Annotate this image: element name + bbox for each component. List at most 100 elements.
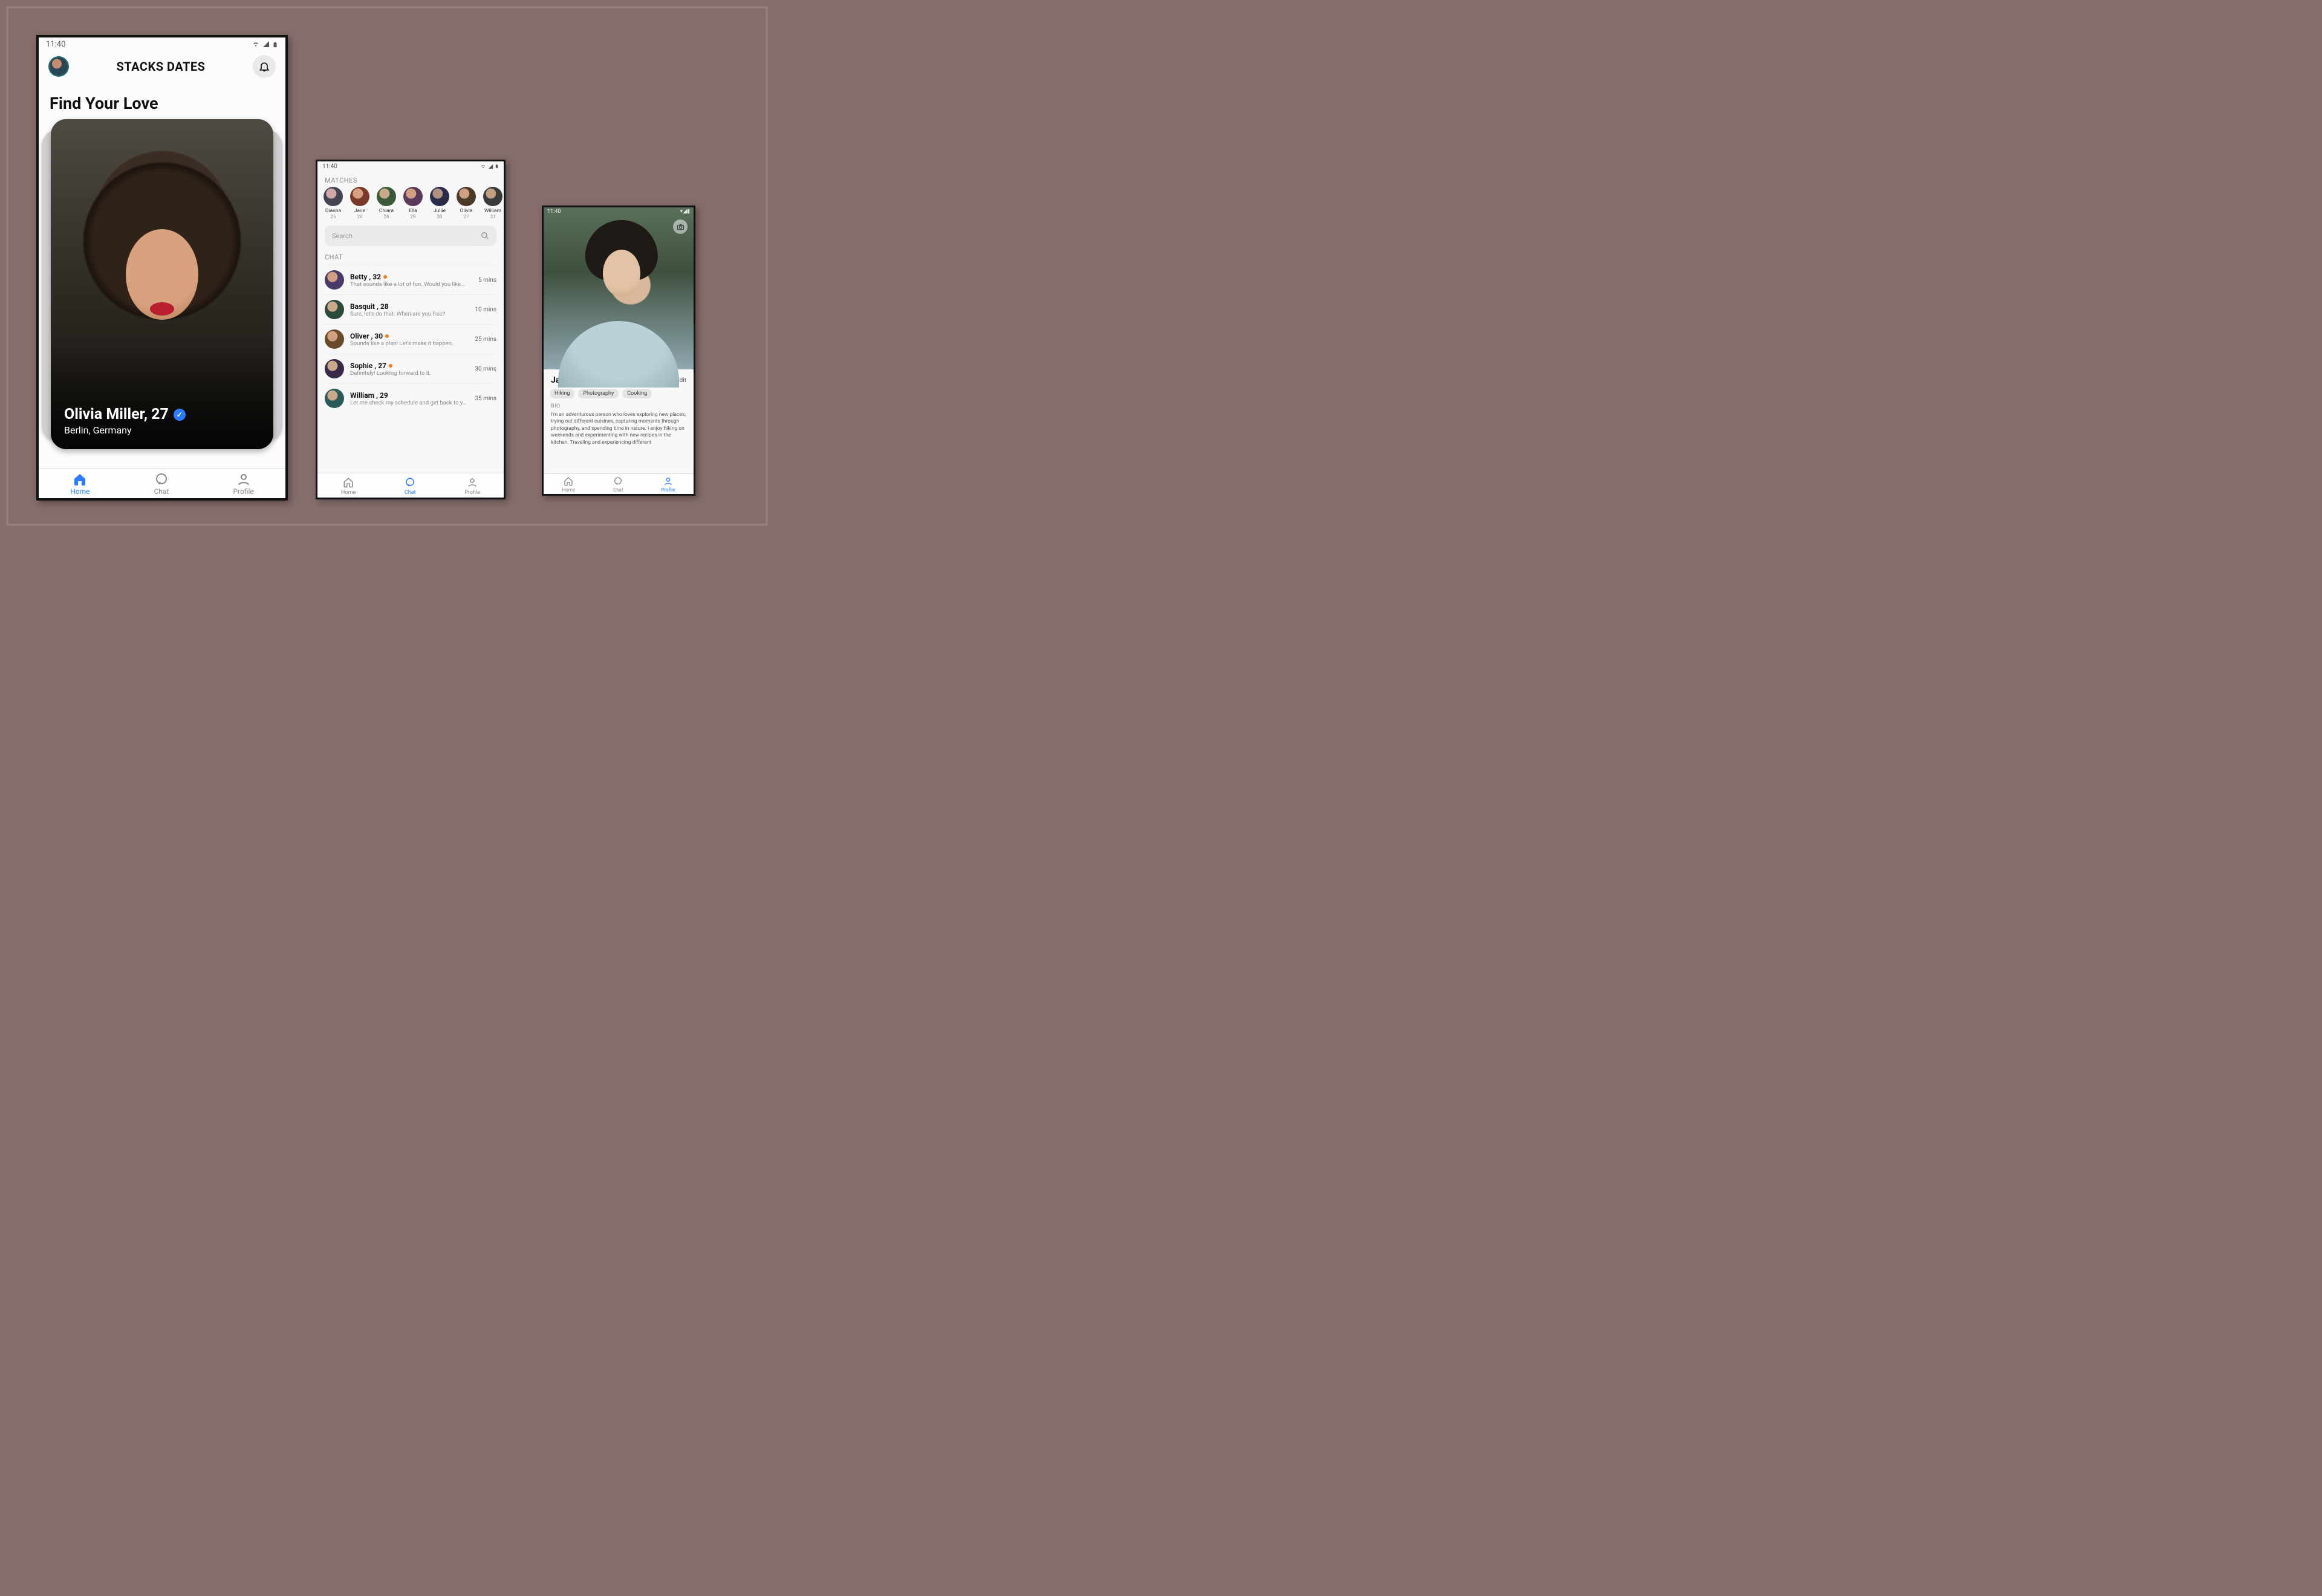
match-name: Chiara bbox=[379, 208, 394, 214]
chat-name: Betty , 32 bbox=[350, 273, 472, 281]
user-avatar[interactable] bbox=[48, 56, 69, 77]
chat-row[interactable]: Betty , 32 That sounds like a lot of fun… bbox=[325, 265, 496, 294]
status-bar: 11:40 ▾◢▮ bbox=[547, 209, 690, 215]
wifi-icon bbox=[252, 41, 260, 48]
card-stack: Olivia Miller, 27 Berlin, Germany bbox=[46, 119, 278, 458]
chat-snippet: Sure, let's do that. When are you free? bbox=[350, 311, 469, 317]
chat-row[interactable]: Basquit , 28Sure, let's do that. When ar… bbox=[325, 294, 496, 324]
bottom-nav: Home Chat Profile bbox=[39, 468, 285, 498]
bio-label: BIO bbox=[544, 402, 694, 410]
match-age: 26 bbox=[384, 214, 389, 219]
chat-icon bbox=[404, 477, 416, 488]
match-avatar bbox=[403, 187, 423, 206]
chat-avatar bbox=[325, 389, 344, 408]
top-bar: STACKS DATES bbox=[39, 49, 285, 83]
match-item[interactable]: Dianna25 bbox=[321, 187, 345, 219]
interest-chip[interactable]: Photography bbox=[578, 389, 619, 398]
chat-label: CHAT bbox=[317, 250, 504, 264]
chat-row[interactable]: Sophie , 27 Definitely! Looking forward … bbox=[325, 354, 496, 383]
profile-card[interactable]: Olivia Miller, 27 Berlin, Germany bbox=[51, 119, 273, 449]
matches-label: MATCHES bbox=[317, 173, 504, 187]
match-age: 25 bbox=[331, 214, 336, 219]
match-avatar bbox=[350, 187, 369, 206]
chat-time: 30 mins bbox=[475, 366, 496, 372]
match-item[interactable]: William31 bbox=[481, 187, 504, 219]
profile-photo: 11:40 ▾◢▮ bbox=[544, 207, 694, 369]
nav-home-label: Home bbox=[341, 490, 356, 496]
profile-screen: 11:40 ▾◢▮ Jacob Jones, 30 Edit HikingPho… bbox=[542, 206, 695, 496]
chat-time: 5 mins bbox=[478, 277, 496, 284]
nav-profile[interactable]: Profile bbox=[233, 472, 253, 496]
profile-icon bbox=[466, 477, 478, 488]
search-placeholder: Search bbox=[332, 232, 353, 240]
nav-profile[interactable]: Profile bbox=[662, 476, 675, 493]
chat-avatar bbox=[325, 270, 344, 290]
matches-row[interactable]: Dianna25Jane28Chiara26Ella29Jullie30Oliv… bbox=[317, 187, 504, 219]
chat-avatar bbox=[325, 329, 344, 349]
online-dot-icon bbox=[389, 364, 392, 368]
status-icons bbox=[480, 163, 499, 171]
card-name-text: Olivia Miller, 27 bbox=[64, 406, 169, 423]
nav-profile-label: Profile bbox=[233, 487, 253, 496]
verified-icon bbox=[174, 409, 186, 421]
match-item[interactable]: Ella29 bbox=[401, 187, 425, 219]
match-item[interactable]: Jane28 bbox=[348, 187, 372, 219]
nav-profile-label: Profile bbox=[662, 487, 675, 493]
home-icon bbox=[72, 472, 88, 487]
bottom-nav: Home Chat Profile bbox=[317, 473, 504, 498]
match-avatar bbox=[483, 187, 502, 206]
nav-chat-label: Chat bbox=[405, 490, 416, 496]
nav-home[interactable]: Home bbox=[562, 476, 576, 493]
chat-screen: 11:40 MATCHES Dianna25Jane28Chiara26Ella… bbox=[316, 160, 506, 499]
match-avatar bbox=[430, 187, 449, 206]
match-avatar bbox=[457, 187, 476, 206]
signal-icon bbox=[488, 164, 493, 169]
interest-chip[interactable]: Hiking bbox=[550, 389, 574, 398]
match-item[interactable]: Chiara26 bbox=[374, 187, 398, 219]
search-input[interactable]: Search bbox=[325, 225, 496, 246]
status-time: 11:40 bbox=[322, 163, 337, 171]
nav-chat[interactable]: Chat bbox=[403, 476, 417, 496]
nav-home[interactable]: Home bbox=[341, 476, 356, 496]
nav-chat[interactable]: Chat bbox=[153, 472, 170, 496]
nav-home-label: Home bbox=[70, 487, 89, 496]
match-name: Ella bbox=[409, 208, 417, 214]
card-location: Berlin, Germany bbox=[64, 424, 186, 436]
match-avatar bbox=[324, 187, 343, 206]
status-icons: ▾◢▮ bbox=[680, 209, 690, 215]
chat-name: Oliver , 30 bbox=[350, 332, 469, 340]
notifications-button[interactable] bbox=[253, 55, 276, 78]
status-time: 11:40 bbox=[46, 40, 65, 49]
chat-time: 35 mins bbox=[475, 395, 496, 402]
nav-home[interactable]: Home bbox=[70, 472, 89, 496]
status-bar: 11:40 bbox=[317, 161, 504, 173]
match-name: Jane bbox=[354, 208, 366, 214]
bottom-nav: Home Chat Profile bbox=[544, 473, 694, 494]
home-icon bbox=[342, 477, 354, 488]
battery-icon bbox=[495, 163, 499, 169]
nav-profile[interactable]: Profile bbox=[464, 476, 480, 496]
chat-row[interactable]: William , 29Let me check my schedule and… bbox=[325, 383, 496, 413]
chat-avatar bbox=[325, 359, 344, 378]
profile-icon bbox=[663, 476, 674, 486]
nav-chat[interactable]: Chat bbox=[612, 476, 624, 493]
nav-profile-label: Profile bbox=[464, 490, 480, 496]
bio-text: I'm an adventurous person who loves expl… bbox=[544, 410, 694, 447]
card-name: Olivia Miller, 27 bbox=[64, 406, 186, 423]
match-item[interactable]: Jullie30 bbox=[428, 187, 452, 219]
camera-button[interactable] bbox=[673, 219, 688, 234]
match-name: Dianna bbox=[325, 208, 341, 214]
match-age: 29 bbox=[411, 214, 416, 219]
interest-chip[interactable]: Cooking bbox=[622, 389, 652, 398]
match-age: 28 bbox=[357, 214, 363, 219]
match-item[interactable]: Olivia27 bbox=[454, 187, 478, 219]
online-dot-icon bbox=[385, 334, 389, 338]
headline: Find Your Love bbox=[39, 83, 285, 119]
chat-time: 10 mins bbox=[475, 307, 496, 313]
bell-icon bbox=[258, 60, 270, 73]
home-icon bbox=[563, 476, 574, 486]
chat-row[interactable]: Oliver , 30 Sounds like a plan! Let's ma… bbox=[325, 324, 496, 354]
match-age: 27 bbox=[464, 214, 469, 219]
online-dot-icon bbox=[383, 275, 387, 279]
chat-time: 25 mins bbox=[475, 336, 496, 343]
